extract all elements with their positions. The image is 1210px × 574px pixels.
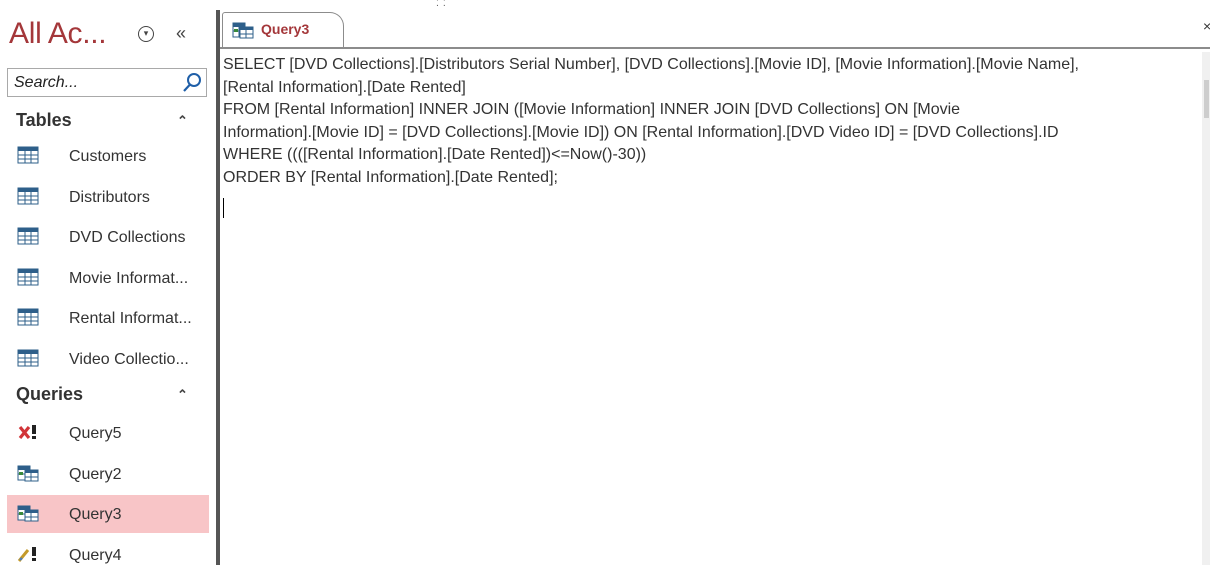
nav-item-movie-informat[interactable]: Movie Informat... <box>7 259 209 297</box>
vertical-scrollbar[interactable] <box>1202 52 1210 565</box>
collapse-group-icon[interactable]: ⌃ <box>177 387 188 403</box>
shutter-bar-collapse-icon[interactable]: « <box>176 24 186 42</box>
tab-label: Query3 <box>261 21 310 37</box>
select-query-icon <box>17 465 39 482</box>
select-query-icon <box>17 505 39 522</box>
tab-query3[interactable]: Query3 <box>222 12 344 48</box>
nav-item-label: Movie Informat... <box>69 270 189 287</box>
nav-pane-title[interactable]: All Ac... <box>9 17 107 51</box>
nav-item-label: Video Collectio... <box>69 351 189 368</box>
sql-line: WHERE ((([Rental Information].[Date Rent… <box>223 146 647 164</box>
table-icon <box>17 308 39 326</box>
sql-line: SELECT [DVD Collections].[Distributors S… <box>223 56 1079 73</box>
scrollbar-thumb[interactable] <box>1204 80 1209 118</box>
nav-item-label: DVD Collections <box>69 229 186 246</box>
window-grip: ⁚⁚ <box>436 0 450 8</box>
sql-line: FROM [Rental Information] INNER JOIN ([M… <box>223 101 961 119</box>
table-icon <box>17 227 39 245</box>
nav-item-video-collectio[interactable]: Video Collectio... <box>7 340 209 378</box>
nav-item-label: Rental Informat... <box>69 310 192 327</box>
nav-item-label: Customers <box>69 148 147 165</box>
sql-editor[interactable]: SELECT [DVD Collections].[Distributors S… <box>220 52 1202 565</box>
nav-item-query5[interactable]: Query5 <box>7 414 209 452</box>
nav-item-label: Query5 <box>69 425 122 442</box>
nav-item-query4[interactable]: Query4 <box>7 536 209 574</box>
update-query-icon <box>17 547 36 562</box>
select-query-icon <box>232 22 254 39</box>
table-icon <box>17 349 39 367</box>
nav-item-customers[interactable]: Customers <box>7 137 209 175</box>
nav-menu-dropdown-icon[interactable]: ▾ <box>138 26 154 42</box>
nav-group-tables[interactable]: Tables ⌃ <box>0 107 210 135</box>
nav-item-label: Query2 <box>69 466 122 483</box>
document-tab-strip: Query3 <box>220 10 1210 50</box>
nav-item-dvd-collections[interactable]: DVD Collections <box>7 218 209 256</box>
delete-query-icon <box>18 425 36 440</box>
search-box <box>7 68 207 97</box>
nav-item-rental-informat[interactable]: Rental Informat... <box>7 299 209 337</box>
nav-item-query2[interactable]: Query2 <box>7 455 209 493</box>
collapse-group-icon[interactable]: ⌃ <box>177 113 188 129</box>
nav-item-label: Query3 <box>69 506 122 523</box>
nav-group-label: Tables <box>16 110 72 130</box>
nav-group-queries[interactable]: Queries ⌃ <box>0 381 210 409</box>
nav-item-distributors[interactable]: Distributors <box>7 178 209 216</box>
sql-line: Information].[Movie ID] = [DVD Collectio… <box>223 123 1059 141</box>
table-icon <box>17 146 39 164</box>
nav-group-label: Queries <box>16 384 84 404</box>
sql-line: ORDER BY [Rental Information].[Date Rent… <box>223 169 558 186</box>
search-icon[interactable] <box>181 72 203 94</box>
sql-line: [Rental Information].[Date Rented] <box>223 78 466 96</box>
table-icon <box>17 268 39 286</box>
table-icon <box>17 187 39 205</box>
search-input[interactable] <box>8 69 178 96</box>
navigation-pane: All Ac... ▾ « Tables ⌃ Customers Distributo… <box>0 0 212 565</box>
text-caret <box>223 198 224 218</box>
close-document-icon[interactable]: × <box>1203 18 1210 34</box>
tab-baseline <box>220 47 1210 49</box>
nav-item-label: Query4 <box>69 547 122 564</box>
nav-item-query3[interactable]: Query3 <box>7 495 209 533</box>
nav-item-label: Distributors <box>69 189 150 206</box>
